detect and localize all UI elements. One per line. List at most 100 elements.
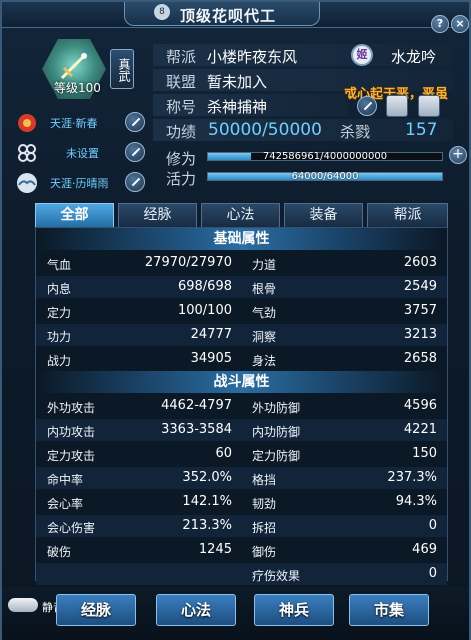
kill-value: 157 [405, 120, 438, 140]
stat-row: 疗伤效果 0 [36, 563, 447, 585]
stat-value: 2603 [403, 255, 437, 270]
guild-label: 帮派 [166, 48, 197, 66]
meridian-button[interactable]: 经脉 [56, 594, 136, 626]
server-emblem-icon: 姬 [351, 44, 373, 66]
stat-name: 定力 [47, 306, 72, 320]
stat-name: 拆招 [252, 521, 277, 535]
side-item-label: 天涯·新春 [50, 117, 98, 130]
close-button[interactable]: × [451, 15, 469, 33]
cultivation-label: 修为 [166, 150, 197, 168]
stat-name: 身法 [252, 354, 277, 368]
stat-name: 内功攻击 [47, 425, 96, 439]
stat-value: 100/100 [177, 303, 232, 318]
vitality-label: 活力 [166, 170, 197, 188]
stat-name: 根骨 [252, 282, 277, 296]
lantern-icon [18, 114, 36, 132]
stat-name: 外功攻击 [47, 401, 96, 415]
stat-value: 94.3% [395, 494, 437, 509]
stat-value: 142.1% [182, 494, 232, 509]
attribute-tabs: 全部 经脉 心法 装备 帮派 [35, 203, 448, 227]
mental-method-button[interactable]: 心法 [156, 594, 236, 626]
divine-weapon-button[interactable]: 神兵 [254, 594, 334, 626]
stat-name: 会心伤害 [47, 521, 96, 535]
stat-name: 功力 [47, 330, 72, 344]
stat-value: 469 [412, 542, 437, 557]
stat-name: 韧劲 [252, 497, 277, 511]
stat-value: 698/698 [177, 279, 232, 294]
side-item-lantern[interactable]: 天涯·新春 [12, 112, 150, 134]
clover-icon [18, 144, 36, 162]
title-value: 杀神捕神 [207, 98, 268, 116]
tab-mental-method[interactable]: 心法 [201, 203, 280, 227]
side-item-label: 天涯·历晴雨 [50, 177, 109, 190]
edit-button[interactable] [125, 172, 145, 192]
help-button[interactable]: ? [431, 15, 449, 33]
stat-row: 命中率 352.0% 格挡 237.3% [36, 467, 447, 489]
stat-value: 150 [412, 446, 437, 461]
stat-name: 御伤 [252, 545, 277, 559]
title-label: 称号 [166, 98, 197, 116]
side-item-clover[interactable]: 未设置 [12, 142, 150, 164]
stat-name: 格挡 [252, 473, 277, 487]
stat-value: 0 [428, 566, 437, 581]
market-button[interactable]: 市集 [349, 594, 429, 626]
title-row: 称号 杀神捕神 [153, 94, 348, 116]
kill-label: 杀戮 [340, 123, 371, 141]
stat-value: 3757 [403, 303, 437, 318]
stat-value: 34905 [190, 351, 232, 366]
stat-row: 外功攻击 4462-4797 外功防御 4596 [36, 395, 447, 417]
stat-row: 会心率 142.1% 韧劲 94.3% [36, 491, 447, 513]
stat-value: 352.0% [182, 470, 232, 485]
edit-button[interactable] [125, 142, 145, 162]
server-name: 水龙吟 [391, 48, 437, 66]
stat-name: 定力攻击 [47, 449, 96, 463]
stat-name: 内功防御 [252, 425, 301, 439]
add-cultivation-button[interactable]: + [449, 146, 467, 164]
tab-equipment[interactable]: 装备 [284, 203, 363, 227]
stat-value: 2549 [403, 279, 437, 294]
stat-row: 内功攻击 3363-3584 内功防御 4221 [36, 419, 447, 441]
stat-name: 气血 [47, 258, 72, 272]
stat-name: 战力 [47, 354, 72, 368]
vitality-bar: 64000/64000 [207, 171, 443, 182]
side-item-cloud[interactable]: 天涯·历晴雨 [12, 172, 150, 194]
stat-value: 0 [428, 518, 437, 533]
tab-guild[interactable]: 帮派 [367, 203, 448, 227]
guild-value: 小楼昨夜东风 [207, 48, 298, 66]
sect-badge: 真武 [110, 49, 134, 89]
basic-attributes-heading: 基础属性 [36, 228, 447, 250]
stat-row: 气血 27970/27970 力道 2603 [36, 252, 447, 274]
stat-name: 力道 [252, 258, 277, 272]
cultivation-bar: 742586961/4000000000 [207, 151, 443, 162]
level-label: 等级100 [54, 81, 101, 95]
stat-name: 命中率 [47, 473, 84, 487]
vitality-text: 64000/64000 [291, 171, 359, 182]
tab-all[interactable]: 全部 [35, 203, 114, 227]
title-edit-button[interactable] [357, 96, 377, 116]
stat-value: 60 [215, 446, 232, 461]
stat-value: 3363-3584 [161, 422, 232, 437]
side-item-label: 未设置 [66, 147, 99, 160]
attribute-panel: 基础属性 气血 27970/27970 力道 2603 内息 698/698 根骨 2549 定… [35, 227, 448, 585]
stat-name: 破伤 [47, 545, 72, 559]
window-title: 顶级花呗代工 [180, 7, 277, 25]
badge-icon[interactable] [418, 95, 440, 117]
cloud-icon [17, 173, 37, 193]
stat-value: 2658 [403, 351, 437, 366]
stat-name: 会心率 [47, 497, 84, 511]
stat-row: 定力 100/100 气劲 3757 [36, 300, 447, 322]
edit-button[interactable] [125, 112, 145, 132]
stat-name: 气劲 [252, 306, 277, 320]
battle-attributes-heading: 战斗属性 [36, 371, 447, 393]
stat-row: 破伤 1245 御伤 469 [36, 539, 447, 561]
stat-value: 24777 [190, 327, 232, 342]
stat-row: 战力 34905 身法 2658 [36, 348, 447, 370]
tab-meridian[interactable]: 经脉 [118, 203, 197, 227]
alliance-label: 联盟 [166, 73, 197, 91]
stat-row: 会心伤害 213.3% 拆招 0 [36, 515, 447, 537]
stat-value: 213.3% [182, 518, 232, 533]
stat-name: 定力防御 [252, 449, 301, 463]
mute-toggle[interactable] [8, 598, 38, 612]
abacus-icon[interactable] [386, 95, 408, 117]
alliance-value: 暂未加入 [207, 73, 268, 91]
